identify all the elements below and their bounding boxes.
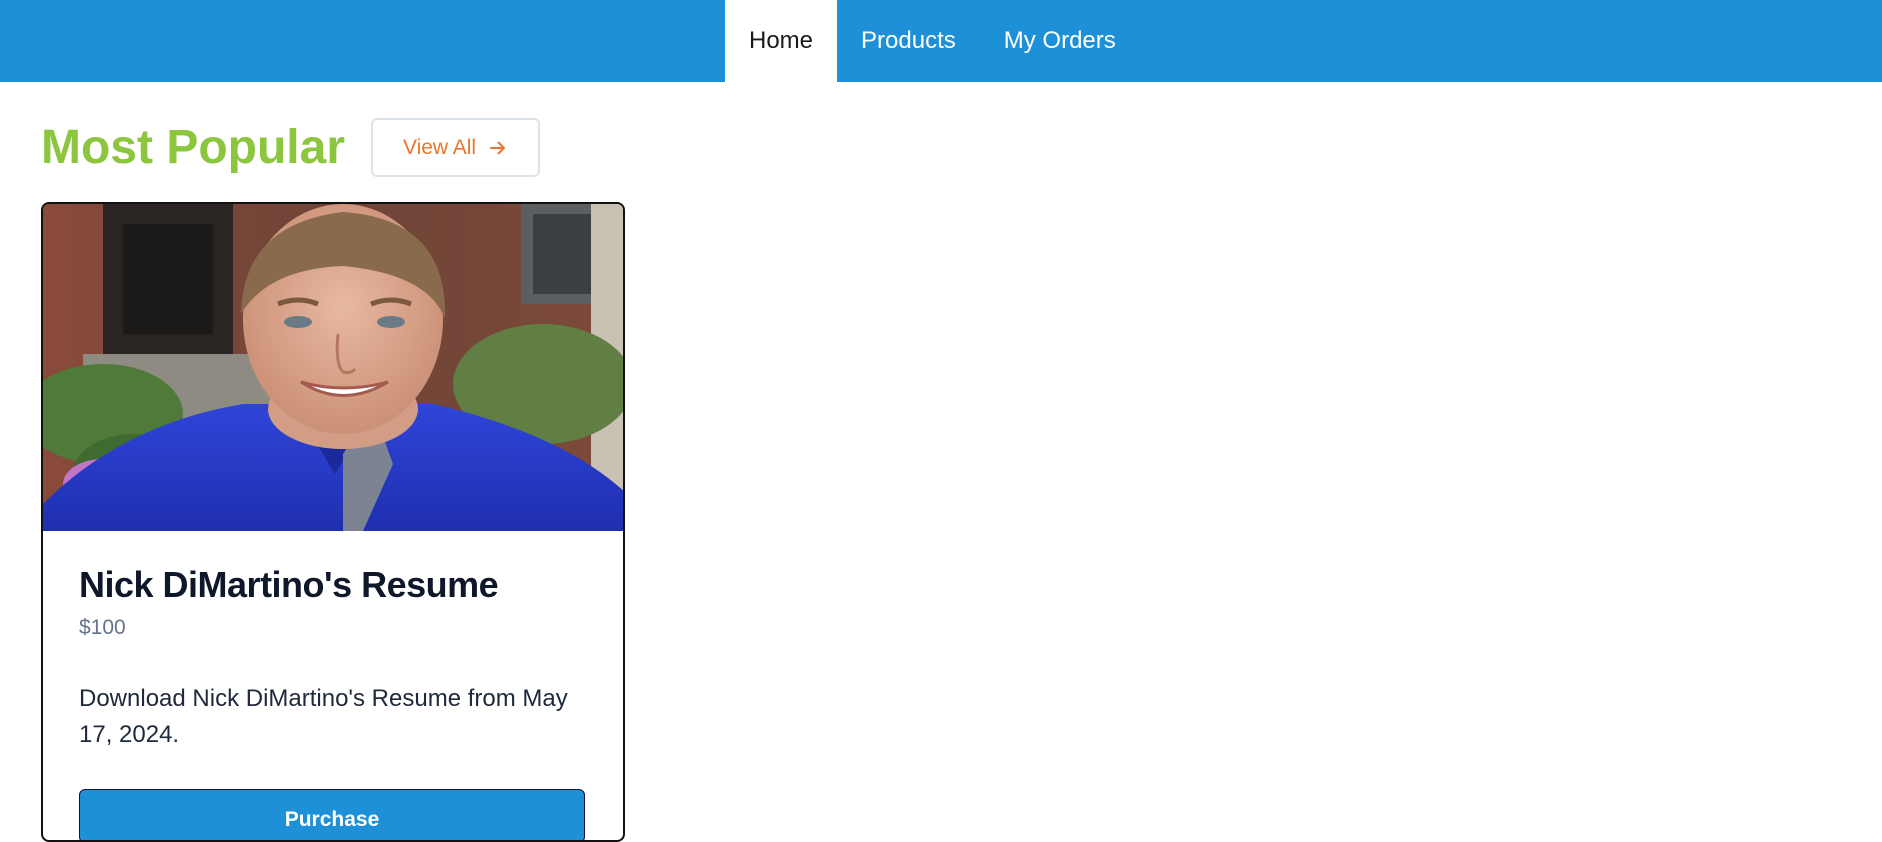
nav-home-label: Home [749, 27, 814, 54]
nav-products[interactable]: Products [837, 0, 980, 82]
purchase-label: Purchase [284, 808, 380, 831]
nav-my-orders[interactable]: My Orders [980, 0, 1140, 82]
section-title: Most Popular [41, 120, 346, 174]
product-photo [43, 204, 623, 531]
product-description: Download Nick DiMartino's Resume from Ma… [79, 685, 568, 748]
nav-products-label: Products [861, 27, 956, 54]
nav-links: Home Products My Orders [725, 0, 1140, 82]
product-title: Nick DiMartino's Resume [79, 564, 499, 605]
section-header: Most Popular View All [41, 118, 541, 177]
nav-my-orders-label: My Orders [1003, 27, 1116, 54]
arrow-right-icon [490, 141, 506, 154]
product-card[interactable]: Nick DiMartino's Resume $100 Download Ni… [41, 202, 625, 842]
nav-home[interactable]: Home [725, 0, 838, 82]
view-all-button[interactable]: View All [371, 118, 541, 177]
top-navbar: Home Products My Orders [0, 0, 1882, 82]
product-card-body: Nick DiMartino's Resume $100 Download Ni… [43, 531, 623, 840]
product-price: $100 [79, 616, 126, 639]
purchase-button[interactable]: Purchase [79, 789, 585, 840]
portrait-image [43, 204, 623, 531]
view-all-label: View All [402, 135, 477, 159]
